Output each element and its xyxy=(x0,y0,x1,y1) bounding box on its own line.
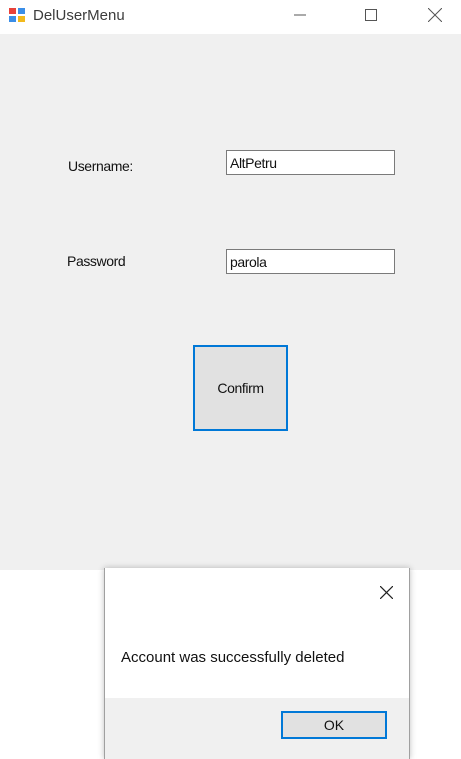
message-text: Account was successfully deleted xyxy=(121,649,345,666)
confirm-button-label: Confirm xyxy=(217,380,264,396)
password-input[interactable] xyxy=(226,249,395,274)
confirm-button[interactable]: Confirm xyxy=(193,345,288,431)
message-box-close-button[interactable] xyxy=(371,580,401,610)
app-icon xyxy=(9,7,25,23)
close-icon xyxy=(427,7,443,27)
maximize-button[interactable] xyxy=(348,0,394,34)
username-input[interactable] xyxy=(226,150,395,175)
window-close-button[interactable] xyxy=(412,0,458,34)
minimize-icon xyxy=(294,8,306,26)
minimize-button[interactable] xyxy=(277,0,323,34)
window-title: DelUserMenu xyxy=(33,7,125,24)
username-label: Username: xyxy=(68,158,133,174)
password-label: Password xyxy=(67,253,126,269)
ok-button[interactable]: OK xyxy=(281,711,387,739)
maximize-icon xyxy=(365,8,377,26)
ok-button-label: OK xyxy=(323,717,345,733)
message-box-dialog: Account was successfully deleted OK xyxy=(104,568,410,759)
title-bar[interactable]: DelUserMenu xyxy=(0,0,461,34)
close-icon xyxy=(379,585,393,604)
del-user-window: DelUserMenu Username: Password Confirm xyxy=(0,0,461,570)
